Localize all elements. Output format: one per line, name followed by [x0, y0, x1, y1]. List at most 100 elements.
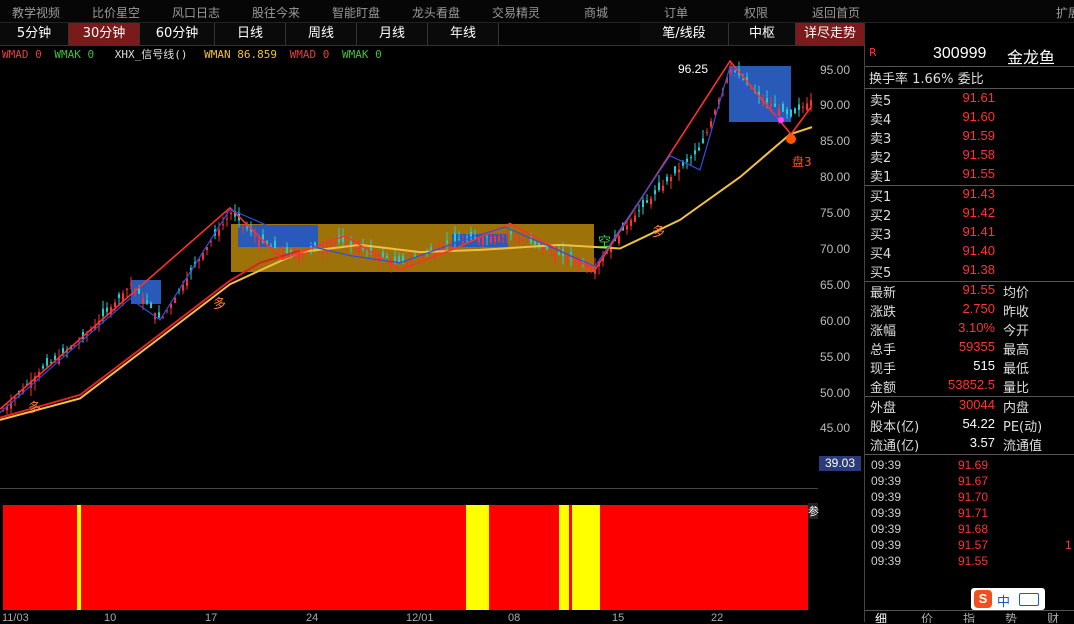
menu-leader-watch[interactable]: 龙头看盘 — [412, 4, 460, 21]
menu-mall[interactable]: 商城 — [584, 4, 608, 21]
candle-body — [646, 200, 648, 203]
candle-body — [706, 132, 708, 134]
menu-orders[interactable]: 订单 — [664, 4, 688, 21]
buy-2-row[interactable]: 买2 91.42 — [865, 205, 1074, 224]
stat-label: 金额 — [870, 381, 897, 396]
tick-price: 91.55 — [958, 554, 989, 568]
candle-body — [414, 254, 416, 257]
sell-4-row[interactable]: 卖4 91.60 — [865, 109, 1074, 128]
tab-60min[interactable]: 60分钟 — [140, 23, 215, 45]
tab-finance[interactable]: 财 — [1047, 611, 1059, 623]
menu-wind-log[interactable]: 风口日志 — [172, 4, 220, 21]
menu-home[interactable]: 返回首页 — [812, 4, 860, 21]
turnover-line: 换手率 1.66% 委比 — [869, 72, 984, 87]
sub-bar-yellow-4 — [572, 505, 600, 610]
tab-30min[interactable]: 30分钟 — [69, 23, 140, 45]
menu-trade-elf[interactable]: 交易精灵 — [492, 4, 540, 21]
buy-1-row[interactable]: 买1 91.43 — [865, 186, 1074, 205]
candle-body — [710, 121, 712, 127]
tab-monthly[interactable]: 月线 — [357, 23, 428, 45]
candle-body — [802, 106, 804, 108]
candle-body — [618, 235, 620, 244]
candle-body — [254, 235, 256, 237]
buy-price: 91.41 — [962, 224, 995, 239]
stat-label: 股本(亿) — [870, 420, 920, 435]
candle-body — [534, 240, 536, 245]
tick-row: 09:39 91.57 1 — [865, 538, 1074, 554]
sub-panel[interactable]: 参 — [0, 488, 819, 611]
candle-body — [130, 284, 132, 286]
tab-yearly[interactable]: 年线 — [428, 23, 499, 45]
candle-body — [810, 100, 812, 106]
tab-pivot[interactable]: 中枢 — [729, 23, 796, 45]
tab-index[interactable]: 指 — [963, 611, 975, 623]
low-axis-label: 39.03 — [819, 456, 861, 471]
tick-time: 09:39 — [871, 554, 902, 568]
candle-body — [662, 185, 664, 191]
x-tick-1103: 11/03 — [2, 612, 29, 624]
tab-price[interactable]: 价 — [921, 611, 933, 623]
candle-body — [126, 288, 128, 290]
candle-body — [114, 302, 116, 307]
tick-time: 09:39 — [871, 538, 902, 552]
stat-row-capital: 股本(亿) 54.22 PE(动) — [865, 416, 1074, 435]
buy-label: 买4 — [870, 247, 892, 262]
ime-badge[interactable]: S 中 — [971, 588, 1045, 610]
sell-3-row[interactable]: 卖3 91.59 — [865, 128, 1074, 147]
keyboard-icon — [1019, 593, 1039, 606]
menu-teaching-video[interactable]: 教学视频 — [12, 4, 60, 21]
sell-5-row[interactable]: 卖5 91.61 — [865, 90, 1074, 109]
sub-bar-yellow-3 — [559, 505, 569, 610]
candle-body — [502, 235, 504, 237]
x-tick-1201: 12/01 — [406, 612, 434, 624]
buy-price: 91.38 — [962, 262, 995, 277]
tick-row: 09:39 91.69 — [865, 458, 1074, 474]
menu-expand[interactable]: 扩展 — [1056, 4, 1074, 21]
menu-history[interactable]: 股往今来 — [252, 4, 300, 21]
menu-permissions[interactable]: 权限 — [744, 4, 768, 21]
candle-body — [242, 224, 244, 226]
stat-label-2: 内盘 — [1003, 401, 1030, 416]
tab-weekly[interactable]: 周线 — [286, 23, 357, 45]
candle-body — [482, 237, 484, 245]
buy-5-row[interactable]: 买5 91.38 — [865, 262, 1074, 281]
candle-body — [258, 239, 260, 247]
candle-body — [522, 239, 524, 241]
buy-3-row[interactable]: 买3 91.41 — [865, 224, 1074, 243]
sell-2-row[interactable]: 卖2 91.58 — [865, 147, 1074, 166]
candle-body — [674, 166, 676, 174]
candle-body — [358, 247, 360, 254]
candle-body — [742, 79, 744, 81]
stat-label: 外盘 — [870, 401, 897, 416]
stat-value: 3.57 — [969, 435, 995, 450]
tab-detail[interactable]: 细 — [875, 611, 887, 623]
sub-panel-label[interactable]: 参 — [808, 503, 819, 519]
candle-body — [806, 103, 808, 110]
buy-4-row[interactable]: 买4 91.40 — [865, 243, 1074, 262]
candle-body — [766, 98, 768, 103]
tab-detailed-trend[interactable]: 详尽走势 — [796, 23, 865, 45]
candle-body — [550, 251, 552, 253]
candle-body — [686, 158, 688, 162]
sub-bar-red — [3, 505, 808, 610]
candle-body — [526, 241, 528, 243]
tab-trend[interactable]: 势 — [1005, 611, 1017, 623]
tab-stroke-segment[interactable]: 笔/线段 — [640, 23, 729, 45]
menu-smart-watch[interactable]: 智能盯盘 — [332, 4, 380, 21]
candle-body — [510, 231, 512, 235]
candle-body — [218, 229, 220, 236]
candle-body — [222, 224, 224, 226]
candle-body — [54, 355, 56, 360]
annotation-pan3: 盘3 — [792, 154, 812, 169]
sell-price: 91.55 — [962, 166, 995, 181]
tick-row: 09:39 91.71 — [865, 506, 1074, 522]
divider — [865, 454, 1074, 455]
stat-label-2: PE(动) — [1003, 420, 1043, 435]
menu-price-compare[interactable]: 比价星空 — [92, 4, 140, 21]
sell-1-row[interactable]: 卖1 91.55 — [865, 166, 1074, 185]
tab-daily[interactable]: 日线 — [215, 23, 286, 45]
candle-body — [158, 312, 160, 318]
tick-row: 09:39 91.67 — [865, 474, 1074, 490]
tab-5min[interactable]: 5分钟 — [0, 23, 69, 45]
price-chart[interactable]: 96.25 多 多 多 空 盘3 — [0, 60, 818, 500]
